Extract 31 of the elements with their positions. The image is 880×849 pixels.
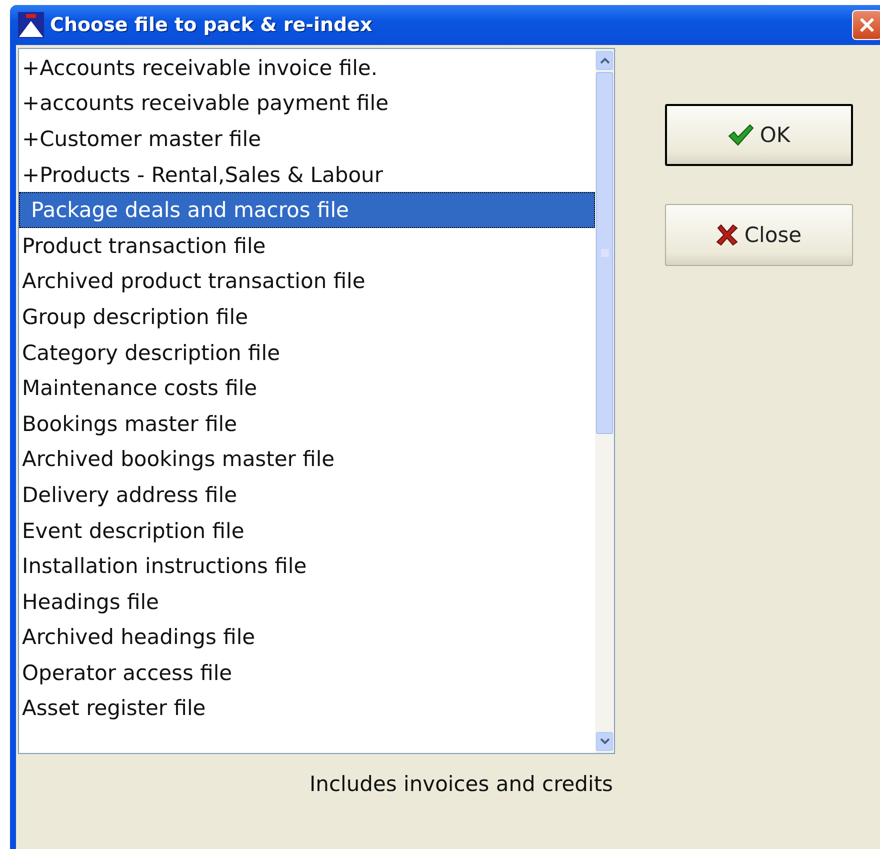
scroll-thumb[interactable]: [596, 72, 613, 434]
list-item[interactable]: Archived bookings master file: [19, 442, 595, 478]
scroll-bar[interactable]: [595, 49, 614, 753]
list-item[interactable]: Archived product transaction file: [19, 264, 595, 300]
list-item[interactable]: Event description file: [19, 512, 595, 548]
list-item[interactable]: Installation instructions file: [19, 548, 595, 584]
list-item[interactable]: Bookings master file: [19, 406, 595, 442]
check-icon: [728, 124, 754, 146]
list-item[interactable]: +Customer master file: [19, 121, 595, 157]
close-button[interactable]: Close: [665, 204, 853, 266]
list-item[interactable]: +Accounts receivable invoice file.: [19, 50, 595, 86]
close-icon[interactable]: [852, 10, 880, 40]
list-item[interactable]: Product transaction file: [19, 228, 595, 264]
scroll-down-icon[interactable]: [596, 732, 613, 751]
list-item[interactable]: +Products - Rental,Sales & Labour: [19, 156, 595, 192]
list-item[interactable]: Maintenance costs file: [19, 370, 595, 406]
app-icon: [18, 12, 44, 38]
window-title: Choose file to pack & re-index: [50, 14, 374, 36]
list-item[interactable]: Operator access file: [19, 655, 595, 691]
list-item[interactable]: +accounts receivable payment file: [19, 86, 595, 122]
list-item[interactable]: Package deals and macros file: [19, 192, 595, 228]
list-item[interactable]: Delivery address file: [19, 477, 595, 513]
list-item[interactable]: Archived headings file: [19, 620, 595, 656]
list-item[interactable]: Asset register file: [19, 690, 595, 726]
list-item[interactable]: Group description file: [19, 299, 595, 335]
cross-icon: [716, 224, 738, 246]
description-text: Includes invoices and credits: [309, 772, 613, 796]
scroll-up-icon[interactable]: [596, 51, 613, 70]
list-item[interactable]: Category description file: [19, 334, 595, 370]
ok-button[interactable]: OK: [665, 104, 853, 166]
list-item[interactable]: Headings file: [19, 584, 595, 620]
